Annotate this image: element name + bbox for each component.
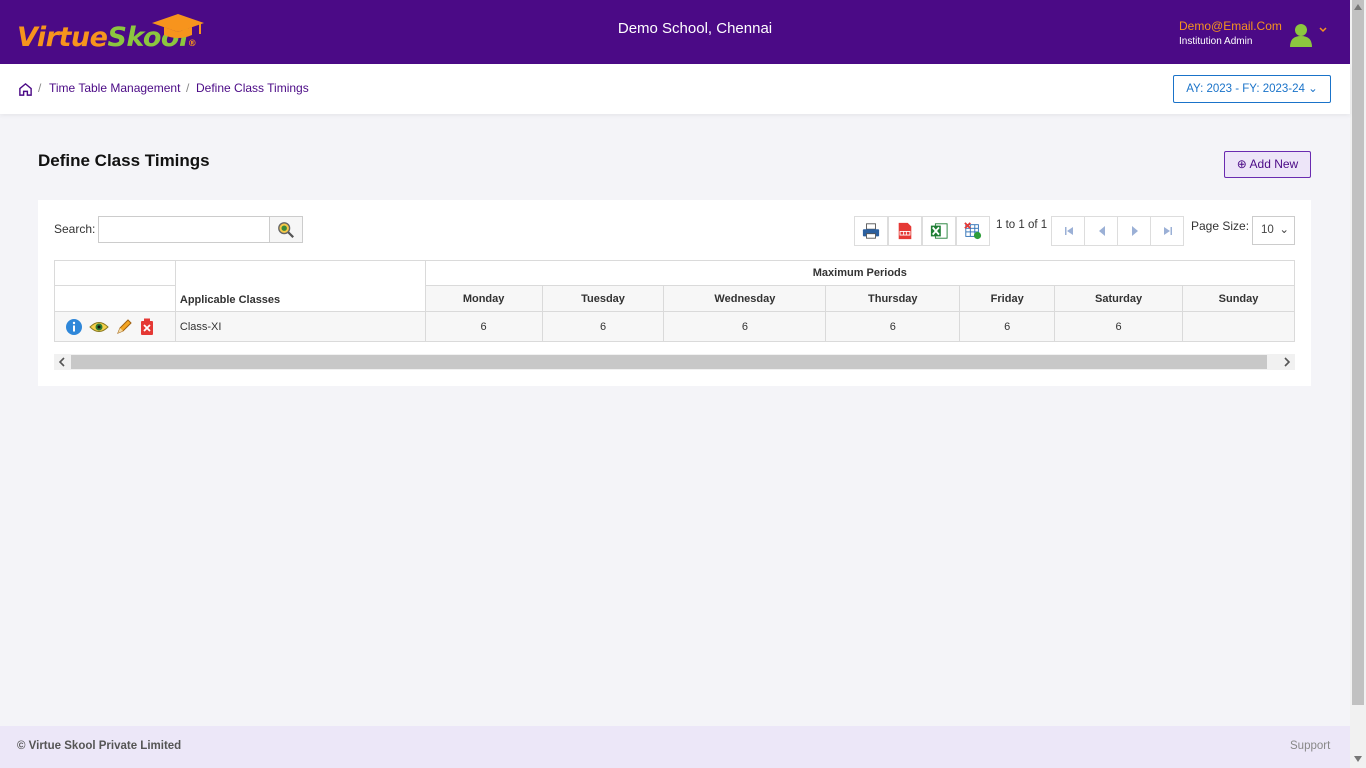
breadcrumb-separator: / [186,81,190,95]
printer-icon [862,223,880,239]
search-icon [278,222,294,238]
previous-page-button[interactable] [1084,216,1118,246]
search-button[interactable] [269,216,303,243]
scroll-down-icon[interactable] [1354,756,1362,762]
chevron-down-icon: ⌄ [1308,83,1318,95]
wednesday-header[interactable]: Wednesday [663,285,827,312]
period-cell-thursday: 6 [825,311,961,342]
horizontal-scrollbar-thumb[interactable] [71,355,1267,369]
actions-header [54,260,176,286]
sunday-header[interactable]: Sunday [1182,285,1295,312]
add-new-button[interactable]: ⊕ Add New [1224,151,1311,178]
scroll-right-icon[interactable] [1283,357,1291,367]
actions-subheader [54,285,176,312]
graduation-cap-icon [152,14,204,38]
last-page-icon [1164,227,1172,235]
period-cell-friday: 6 [959,311,1056,342]
maximum-periods-header: Maximum Periods [424,260,1296,286]
pdf-icon [898,222,912,240]
edit-pencil-icon[interactable] [115,318,133,336]
period-cell-saturday: 6 [1054,311,1184,342]
vertical-scrollbar-thumb[interactable] [1352,0,1364,705]
period-cell-tuesday: 6 [541,311,665,342]
table-header-row: Applicable Classes Maximum Periods [54,260,1296,312]
delete-icon[interactable] [139,318,155,336]
user-email[interactable]: Demo@Email.Com [1179,19,1282,33]
chevron-down-icon[interactable] [1318,25,1328,35]
table-settings-icon [964,222,982,240]
first-page-icon [1065,227,1073,235]
copyright-text: © Virtue Skool Private Limited [17,740,182,752]
next-page-icon [1132,226,1138,236]
export-excel-button[interactable] [922,216,956,246]
period-cell-sunday [1182,311,1295,342]
period-cell-wednesday: 6 [663,311,827,342]
user-role: Institution Admin [1179,36,1253,47]
user-avatar-icon[interactable] [1290,23,1312,47]
breadcrumb-bar: / Time Table Management / Define Class T… [0,64,1350,114]
tuesday-header[interactable]: Tuesday [541,285,665,312]
applicable-classes-header[interactable]: Applicable Classes [174,260,426,312]
plus-circle-icon: ⊕ [1236,157,1247,171]
period-cell-monday: 6 [424,311,543,342]
saturday-header[interactable]: Saturday [1054,285,1184,312]
breadcrumb-time-table-management[interactable]: Time Table Management [49,81,180,95]
friday-header[interactable]: Friday [959,285,1056,312]
table-row: Class-XI 6 6 6 6 6 6 [54,311,1295,342]
first-page-button[interactable] [1051,216,1085,246]
previous-page-icon [1099,226,1105,236]
breadcrumb-separator: / [38,81,42,95]
pager-summary: 1 to 1 of 1 [996,219,1048,231]
scroll-left-icon[interactable] [58,357,66,367]
export-pdf-button[interactable] [888,216,922,246]
scroll-up-icon[interactable] [1354,4,1362,10]
school-name: Demo School, Chennai [617,20,773,37]
page-size-select[interactable]: 10 ⌄ [1252,216,1295,245]
support-link[interactable]: Support [1290,740,1330,752]
chevron-down-icon: ⌄ [1279,224,1289,236]
row-actions [54,311,176,342]
search-label: Search: [54,222,96,236]
thursday-header[interactable]: Thursday [825,285,961,312]
print-button[interactable] [854,216,888,246]
search-input[interactable] [98,216,270,243]
home-icon[interactable] [18,82,33,97]
info-icon[interactable] [65,318,83,336]
view-eye-icon[interactable] [89,320,109,334]
last-page-button[interactable] [1150,216,1184,246]
class-timings-table: Applicable Classes Maximum Periods Monda… [54,260,1296,342]
column-chooser-button[interactable] [956,216,990,246]
footer [0,726,1350,768]
next-page-button[interactable] [1117,216,1151,246]
page-size-label: Page Size: [1191,219,1250,233]
monday-header[interactable]: Monday [424,285,543,312]
excel-icon [930,223,948,239]
page-title: Define Class Timings [38,151,210,170]
breadcrumb-define-class-timings[interactable]: Define Class Timings [196,81,309,95]
virtueskool-logo[interactable]: VirtueSkool® [17,12,217,56]
class-cell: Class-XI [174,311,426,342]
academic-year-selector[interactable]: AY: 2023 - FY: 2023-24 ⌄ [1173,75,1331,103]
